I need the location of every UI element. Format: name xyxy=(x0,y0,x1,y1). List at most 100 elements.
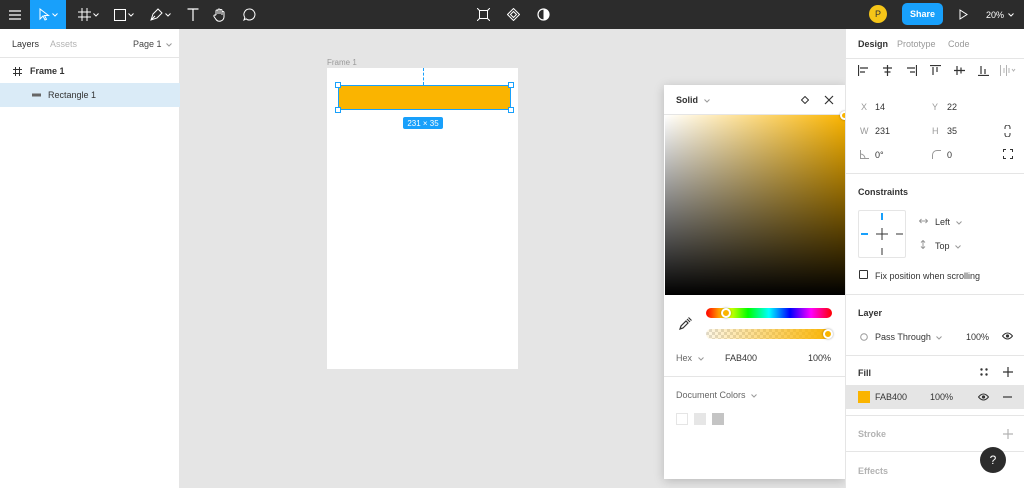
color-format-dropdown[interactable]: Hex xyxy=(676,353,704,363)
swatch-light-gray[interactable] xyxy=(694,413,706,425)
layer-row-frame[interactable]: Frame 1 xyxy=(0,59,180,83)
layer-row-rectangle[interactable]: Rectangle 1 xyxy=(0,83,180,107)
rotation-input[interactable]: 0° xyxy=(875,150,884,160)
present-button[interactable] xyxy=(954,0,972,29)
divider xyxy=(846,58,1024,59)
align-vertical-center-icon[interactable] xyxy=(954,65,965,76)
zoom-value: 20% xyxy=(986,9,1005,20)
vertical-constraint-dropdown[interactable]: Top xyxy=(935,241,961,251)
swatch-white[interactable] xyxy=(676,413,688,425)
main-menu-button[interactable] xyxy=(0,0,30,29)
hex-input[interactable]: FAB400 xyxy=(725,353,757,363)
tab-layers[interactable]: Layers xyxy=(12,39,39,49)
chevron-down-icon xyxy=(52,12,58,17)
add-stroke-icon[interactable] xyxy=(1003,429,1013,439)
divider xyxy=(846,173,1024,174)
tab-assets[interactable]: Assets xyxy=(50,39,77,49)
fill-row[interactable]: FAB400 100% xyxy=(846,385,1024,409)
align-horizontal-center-icon[interactable] xyxy=(882,65,893,76)
horizontal-constraint-dropdown[interactable]: Left xyxy=(935,217,962,227)
opacity-slider[interactable] xyxy=(706,329,832,339)
resize-handle-top-right[interactable] xyxy=(508,82,514,88)
rotation-icon xyxy=(860,150,869,159)
align-bottom-icon[interactable] xyxy=(978,65,989,76)
frame-tool-button[interactable] xyxy=(72,0,104,29)
align-left-icon[interactable] xyxy=(858,65,869,76)
x-input[interactable]: 14 xyxy=(875,102,885,112)
fill-hex-value[interactable]: FAB400 xyxy=(875,392,907,402)
help-button[interactable]: ? xyxy=(980,447,1006,473)
effects-section-title: Effects xyxy=(858,466,889,476)
horizontal-arrows-icon xyxy=(919,218,928,224)
page-selector[interactable]: Page 1 xyxy=(133,39,172,49)
user-avatar[interactable]: P xyxy=(869,5,887,23)
contrast-toggle-button[interactable] xyxy=(532,0,554,29)
divider xyxy=(846,355,1024,356)
remove-fill-icon[interactable] xyxy=(1003,396,1012,398)
opacity-slider-knob[interactable] xyxy=(823,329,833,339)
share-button[interactable]: Share xyxy=(902,3,943,25)
fix-position-checkbox[interactable] xyxy=(859,270,868,279)
style-icon[interactable] xyxy=(801,96,809,104)
distribute-icon[interactable] xyxy=(1000,65,1016,76)
tab-design[interactable]: Design xyxy=(858,39,888,49)
constraints-diagram-icon xyxy=(861,213,903,255)
shape-tool-button[interactable] xyxy=(108,0,140,29)
eye-icon[interactable] xyxy=(978,393,989,401)
align-right-icon[interactable] xyxy=(906,65,917,76)
document-colors-dropdown[interactable]: Document Colors xyxy=(676,390,757,400)
saturation-brightness-area[interactable] xyxy=(665,115,845,295)
corner-radius-input[interactable]: 0 xyxy=(947,150,952,160)
zoom-dropdown[interactable]: 20% xyxy=(986,0,1014,29)
hue-slider-knob[interactable] xyxy=(721,308,731,318)
create-component-button[interactable] xyxy=(502,0,524,29)
blend-mode-dropdown[interactable]: Pass Through xyxy=(875,332,943,342)
add-fill-icon[interactable] xyxy=(1003,367,1013,377)
frame-title[interactable]: Frame 1 xyxy=(327,58,357,67)
eyedropper-icon[interactable] xyxy=(679,317,692,330)
eye-icon[interactable] xyxy=(1002,332,1013,340)
crop-frame-icon xyxy=(476,8,490,21)
resize-handle-bottom-right[interactable] xyxy=(508,107,514,113)
fill-type-dropdown[interactable]: Solid xyxy=(676,95,710,105)
fill-color-swatch[interactable] xyxy=(858,391,870,403)
tab-code[interactable]: Code xyxy=(948,39,970,49)
fill-opacity-value[interactable]: 100% xyxy=(930,392,953,402)
w-input[interactable]: 231 xyxy=(875,126,890,136)
component-frame-button[interactable] xyxy=(472,0,494,29)
hand-tool-button[interactable] xyxy=(206,0,232,29)
fix-position-label: Fix position when scrolling xyxy=(875,271,981,281)
constraints-widget[interactable] xyxy=(858,210,906,258)
frame-1[interactable] xyxy=(327,68,518,369)
resize-handle-top-left[interactable] xyxy=(335,82,341,88)
independent-corners-icon[interactable] xyxy=(1003,149,1013,159)
resize-handle-bottom-left[interactable] xyxy=(335,107,341,113)
w-label: W xyxy=(860,126,869,136)
divider xyxy=(846,294,1024,295)
h-input[interactable]: 35 xyxy=(947,126,957,136)
chevron-down-icon xyxy=(128,12,134,17)
corner-radius-icon xyxy=(932,150,941,159)
close-icon[interactable] xyxy=(824,95,834,105)
move-tool-button[interactable] xyxy=(30,0,66,29)
comment-tool-button[interactable] xyxy=(236,0,262,29)
rectangle-1[interactable] xyxy=(338,85,511,110)
x-label: X xyxy=(861,102,868,112)
style-grid-icon[interactable] xyxy=(980,368,988,376)
dimension-badge: 231 × 35 xyxy=(403,117,443,129)
align-top-icon[interactable] xyxy=(930,65,941,76)
swatch-gray[interactable] xyxy=(712,413,724,425)
color-format-label: Hex xyxy=(676,353,693,363)
pen-tool-button[interactable] xyxy=(144,0,176,29)
layer-section-title: Layer xyxy=(858,308,883,318)
chevron-down-icon xyxy=(955,245,961,249)
y-input[interactable]: 22 xyxy=(947,102,957,112)
layer-opacity-input[interactable]: 100% xyxy=(966,332,989,342)
text-tool-button[interactable] xyxy=(180,0,206,29)
tab-prototype[interactable]: Prototype xyxy=(897,39,936,49)
picker-opacity-input[interactable]: 100% xyxy=(808,353,831,363)
chevron-down-icon xyxy=(751,394,757,398)
constrain-proportions-icon[interactable] xyxy=(1004,125,1011,137)
h-label: H xyxy=(932,126,939,136)
chevron-down-icon xyxy=(703,99,710,103)
